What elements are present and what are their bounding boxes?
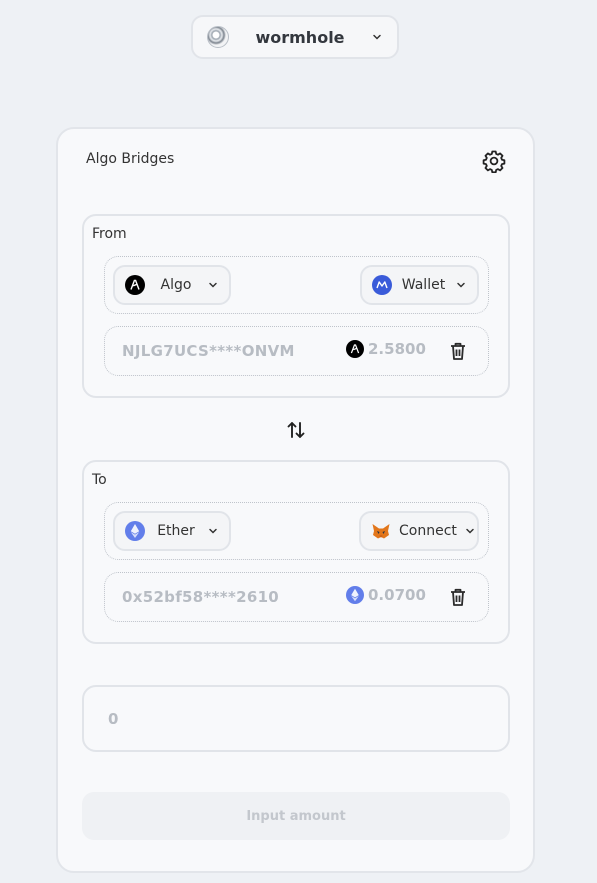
- ethereum-icon: [125, 521, 145, 541]
- from-address-row: NJLG7UCS****ONVM 2.5800: [104, 326, 489, 376]
- swap-vertical-icon[interactable]: [285, 419, 307, 441]
- from-section: From Algo Wallet NJLG7UCS****ONVM 2.5800: [82, 214, 510, 398]
- chevron-down-icon: [371, 31, 383, 43]
- to-balance-value: 0.0700: [368, 586, 426, 604]
- to-balance: 0.0700: [346, 586, 426, 604]
- from-token-select[interactable]: Algo: [113, 265, 231, 305]
- trash-icon[interactable]: [447, 340, 469, 362]
- wormhole-logo-icon: [207, 26, 229, 48]
- algorand-icon: [125, 275, 145, 295]
- chevron-down-icon: [207, 525, 219, 537]
- from-balance: 2.5800: [346, 340, 426, 358]
- from-balance-value: 2.5800: [368, 340, 426, 358]
- from-wallet-name: Wallet: [401, 277, 446, 293]
- from-label: From: [92, 226, 127, 242]
- card-title: Algo Bridges: [86, 151, 175, 167]
- ethereum-icon: [346, 586, 364, 604]
- to-selector-row: Ether Connect: [104, 502, 489, 560]
- amount-box: [82, 685, 510, 752]
- to-label: To: [92, 472, 107, 488]
- to-address-row: 0x52bf58****2610 0.0700: [104, 572, 489, 622]
- chevron-down-icon: [207, 279, 219, 291]
- metamask-icon: [371, 521, 391, 541]
- to-token-select[interactable]: Ether: [113, 511, 231, 551]
- to-section: To Ether Connect 0x52bf58****2610 0.0700: [82, 460, 510, 644]
- chevron-down-icon: [455, 279, 467, 291]
- from-selector-row: Algo Wallet: [104, 256, 489, 314]
- bridge-card: Algo Bridges From Algo Wallet NJLG7UCS**…: [56, 127, 535, 873]
- from-address: NJLG7UCS****ONVM: [122, 342, 295, 360]
- from-token-name: Algo: [160, 277, 192, 293]
- gear-icon[interactable]: [482, 149, 506, 173]
- to-token-name: Ether: [157, 523, 195, 539]
- from-wallet-select[interactable]: Wallet: [360, 265, 479, 305]
- walletconnect-icon: [372, 275, 392, 295]
- algorand-icon: [346, 340, 364, 358]
- amount-input[interactable]: [108, 707, 468, 731]
- bridge-selector[interactable]: wormhole: [191, 15, 399, 59]
- to-wallet-select[interactable]: Connect: [359, 511, 479, 551]
- bridge-name: wormhole: [255, 27, 345, 47]
- submit-button[interactable]: Input amount: [82, 792, 510, 840]
- trash-icon[interactable]: [447, 586, 469, 608]
- to-wallet-name: Connect: [399, 523, 457, 539]
- chevron-down-icon: [465, 525, 475, 537]
- to-address: 0x52bf58****2610: [122, 588, 280, 606]
